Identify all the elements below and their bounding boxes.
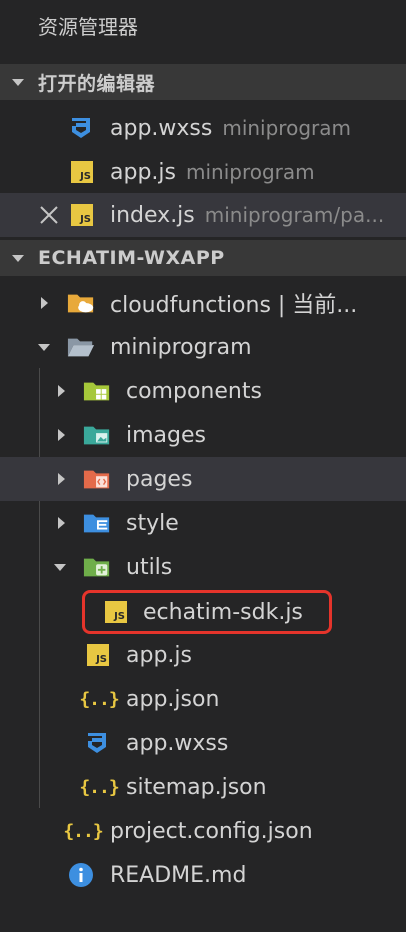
chevron-down-icon[interactable] [38, 344, 50, 351]
tree-item-app-wxss[interactable]: app.wxss [0, 721, 406, 765]
info-file-icon [67, 861, 95, 889]
tree-item-label: utils [126, 554, 173, 580]
open-editor-item[interactable]: app.wxss miniprogram [0, 106, 406, 150]
chevron-right-icon[interactable] [58, 473, 65, 485]
section-open-editors[interactable]: 打开的编辑器 [0, 64, 406, 100]
js-file-icon: JS [68, 201, 96, 229]
tree-item-app-json[interactable]: {..} app.json [0, 677, 406, 721]
tree-item-images[interactable]: images [0, 413, 406, 457]
section-label: 打开的编辑器 [38, 72, 156, 95]
tree-item-cloudfunctions[interactable]: cloudfunctions | 当前... [0, 281, 406, 325]
file-name: app.wxss [110, 115, 213, 141]
tree-item-label: style [126, 510, 179, 536]
tree-item-label: images [126, 422, 206, 448]
tree-item-app-js[interactable]: JS app.js [0, 633, 406, 677]
tree-item-label: app.wxss [126, 730, 229, 756]
file-name: app.js [110, 159, 176, 185]
tree-item-label: sitemap.json [126, 774, 267, 800]
tree-item-utils[interactable]: utils [0, 545, 406, 589]
file-path: miniprogram/pa... [204, 202, 385, 227]
chevron-down-icon[interactable] [12, 255, 24, 262]
panel-title: 资源管理器 [38, 15, 138, 39]
components-folder-icon [83, 377, 111, 405]
chevron-right-icon[interactable] [58, 385, 65, 397]
section-label: ECHATIM-WXAPP [38, 247, 225, 269]
tree-item-label: app.json [126, 686, 220, 712]
css-file-icon [67, 114, 95, 142]
chevron-down-icon[interactable] [54, 564, 66, 571]
folder-open-icon [67, 333, 95, 361]
tree-item-sitemap-json[interactable]: {..} sitemap.json [0, 765, 406, 809]
open-editor-item-active[interactable]: JS index.js miniprogram/pa... [0, 193, 406, 237]
tree-item-label: cloudfunctions | 当前... [110, 293, 358, 318]
images-folder-icon [83, 421, 111, 449]
file-path: miniprogram [222, 115, 351, 140]
json-file-icon: {..} [63, 820, 103, 842]
pages-folder-icon [83, 465, 111, 493]
tree-item-components[interactable]: components [0, 369, 406, 413]
selection-highlight-box [82, 590, 332, 634]
tree-item-label: app.js [126, 642, 192, 668]
chevron-right-icon[interactable] [58, 429, 65, 441]
open-editor-item[interactable]: JS app.js miniprogram [0, 150, 406, 194]
tree-item-miniprogram[interactable]: miniprogram [0, 325, 406, 369]
tree-item-label: README.md [110, 862, 247, 888]
tree-item-label: pages [126, 466, 193, 492]
tree-item-style[interactable]: style [0, 501, 406, 545]
file-name: index.js [110, 202, 195, 228]
json-file-icon: {..} [79, 688, 119, 710]
style-folder-icon [83, 509, 111, 537]
tree-item-pages[interactable]: pages [0, 457, 406, 501]
tree-item-project-config[interactable]: {..} project.config.json [0, 809, 406, 853]
section-workspace[interactable]: ECHATIM-WXAPP [0, 240, 406, 276]
utils-folder-icon [83, 553, 111, 581]
js-file-icon: JS [68, 158, 96, 186]
js-file-icon: JS [84, 641, 112, 669]
tree-item-label: project.config.json [110, 818, 313, 844]
json-file-icon: {..} [79, 776, 119, 798]
close-icon[interactable] [38, 204, 60, 226]
chevron-down-icon[interactable] [12, 79, 24, 86]
css-file-icon [83, 729, 111, 757]
tree-item-readme[interactable]: README.md [0, 853, 406, 897]
tree-item-label: components [126, 378, 262, 404]
file-path: miniprogram [185, 159, 315, 184]
chevron-right-icon[interactable] [58, 517, 65, 529]
explorer-panel: 资源管理器 打开的编辑器 app.wxss miniprogram JS app.… [0, 0, 406, 932]
chevron-right-icon[interactable] [41, 297, 48, 309]
cloud-folder-icon [67, 289, 95, 317]
tree-item-label: miniprogram [110, 334, 252, 360]
